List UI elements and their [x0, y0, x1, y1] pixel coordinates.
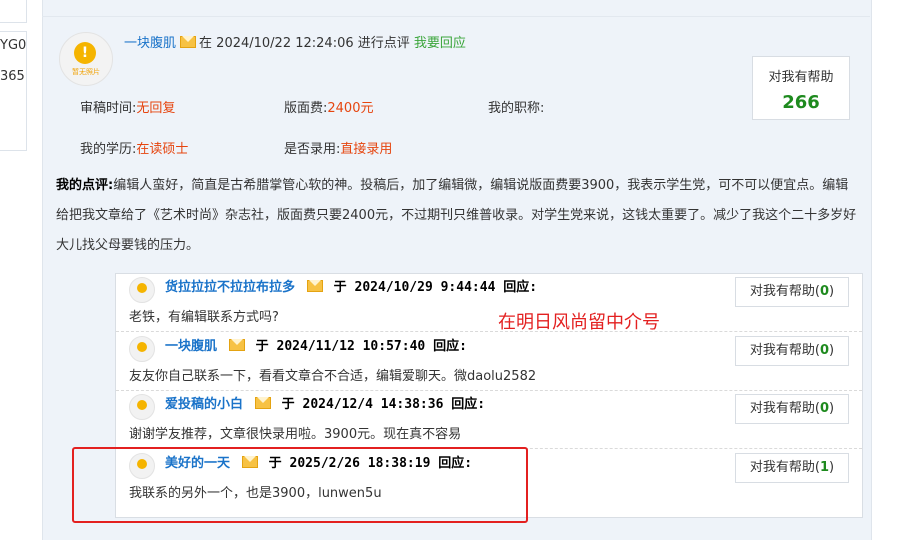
reply-item: 爱投稿的小白 于 2024/12/4 14:38:36 回应: 谢谢学友推荐，文… [116, 391, 862, 450]
left-column-fragment: YG0 365 [0, 0, 27, 536]
field-fee: 版面费:2400元 [284, 97, 373, 116]
reply-prefix: 于 [281, 397, 295, 412]
header-connector: 在 [199, 36, 213, 51]
message-envelope-icon[interactable] [180, 36, 197, 48]
reply-user-link[interactable]: 一块腹肌 [165, 339, 217, 354]
reply-helpful-count: 0 [819, 401, 830, 416]
field-label: 是否录用: [284, 142, 341, 157]
reply-header: 爱投稿的小白 于 2024/12/4 14:38:36 回应: [165, 395, 485, 415]
reply-suffix: 回应: [433, 339, 467, 354]
reply-prefix: 于 [333, 280, 347, 295]
red-annotation-text: 在明日风尚留中介号 [498, 312, 660, 333]
red-highlight-box [72, 447, 528, 523]
review-header: 一块腹肌 在 2024/10/22 12:24:06 进行点评 我要回应 [124, 34, 466, 54]
review-action-text: 进行点评 [357, 36, 410, 51]
reply-avatar[interactable] [129, 336, 155, 362]
helpful-vote-button[interactable]: 对我有帮助 266 [752, 56, 850, 120]
reply-text: 友友你自己联系一下，看看文章合不合适，编辑爱聊天。微daolu2582 [129, 369, 537, 384]
reply-text: 谢谢学友推荐，文章很快录用啦。3900元。现在真不容易 [129, 427, 462, 442]
reply-suffix: 回应: [451, 397, 486, 412]
field-label: 我的学历: [80, 142, 137, 157]
reply-avatar[interactable] [129, 277, 155, 303]
panel-divider [42, 16, 870, 17]
reply-helpful-count: 0 [819, 284, 830, 299]
left-box-top [0, 0, 27, 23]
field-accepted: 是否录用:直接录用 [284, 138, 392, 157]
field-label: 审稿时间: [80, 101, 137, 116]
field-education: 我的学历:在读硕士 [80, 138, 188, 157]
field-title: 我的职称: [488, 97, 544, 116]
reply-helpful-label: 对我有帮助 [749, 401, 815, 416]
reply-header: 货拉拉拉不拉拉布拉多 于 2024/10/29 9:44:44 回应: [165, 278, 537, 298]
comment-label: 我的点评: [56, 178, 114, 193]
respond-link[interactable]: 我要回应 [414, 36, 466, 51]
field-value: 无回复 [136, 101, 176, 116]
reply-item: 货拉拉拉不拉拉布拉多 于 2024/10/29 9:44:44 回应: 老铁，有… [116, 274, 862, 333]
reply-user-link[interactable]: 货拉拉拉不拉拉布拉多 [165, 280, 295, 295]
reply-header: 一块腹肌 于 2024/11/12 10:57:40 回应: [165, 337, 467, 357]
reply-helpful-button[interactable]: 对我有帮助(0) [735, 394, 849, 424]
reply-helpful-count: 0 [819, 343, 830, 358]
reply-user-link[interactable]: 爱投稿的小白 [165, 397, 243, 412]
review-timestamp: 2024/10/22 12:24:06 [216, 36, 354, 51]
reply-text: 老铁，有编辑联系方式吗? [129, 310, 279, 325]
reply-timestamp: 2024/11/12 10:57:40 [276, 339, 426, 354]
reply-timestamp: 2024/12/4 14:38:36 [302, 397, 444, 412]
reply-helpful-label: 对我有帮助 [749, 284, 815, 299]
field-value: 在读硕士 [136, 142, 189, 157]
reply-helpful-label: 对我有帮助 [749, 343, 815, 358]
reply-item: 一块腹肌 于 2024/11/12 10:57:40 回应: 友友你自己联系一下… [116, 333, 862, 392]
field-value: 2400元 [327, 101, 374, 116]
reviewer-name-link[interactable]: 一块腹肌 [124, 36, 176, 51]
reply-helpful-button[interactable]: 对我有帮助(0) [735, 277, 849, 307]
helpful-label: 对我有帮助 [768, 70, 834, 85]
field-label: 版面费: [284, 101, 328, 116]
field-review-time: 审稿时间:无回复 [80, 97, 175, 116]
field-label: 我的职称: [488, 101, 545, 116]
message-envelope-icon[interactable] [228, 339, 245, 351]
reply-timestamp: 2024/10/29 9:44:44 [354, 280, 496, 295]
left-box: YG0 365 [0, 31, 27, 151]
message-envelope-icon[interactable] [254, 397, 271, 409]
message-envelope-icon[interactable] [306, 280, 323, 292]
reviewer-avatar[interactable]: ! 暂无照片 [59, 32, 113, 86]
reply-helpful-button[interactable]: 对我有帮助(0) [735, 336, 849, 366]
left-text-1: YG0 [0, 38, 27, 53]
reply-suffix: 回应: [503, 280, 538, 295]
reply-avatar[interactable] [129, 394, 155, 420]
field-value: 直接录用 [340, 142, 393, 157]
left-text-2: 365 [0, 69, 25, 84]
reply-prefix: 于 [255, 339, 269, 354]
reply-helpful-label: 对我有帮助 [749, 460, 815, 475]
comment-text: 编辑人蛮好，简直是古希腊掌管心软的神。投稿后，加了编辑微，编辑说版面费要3900… [56, 178, 857, 253]
warning-icon: ! [74, 42, 96, 64]
avatar-caption: 暂无照片 [72, 68, 100, 76]
review-comment: 我的点评:编辑人蛮好，简直是古希腊掌管心软的神。投稿后，加了编辑微，编辑说版面费… [56, 171, 860, 261]
reply-helpful-count: 1 [819, 460, 830, 475]
reply-helpful-button[interactable]: 对我有帮助(1) [735, 453, 849, 483]
helpful-count: 266 [782, 92, 820, 113]
